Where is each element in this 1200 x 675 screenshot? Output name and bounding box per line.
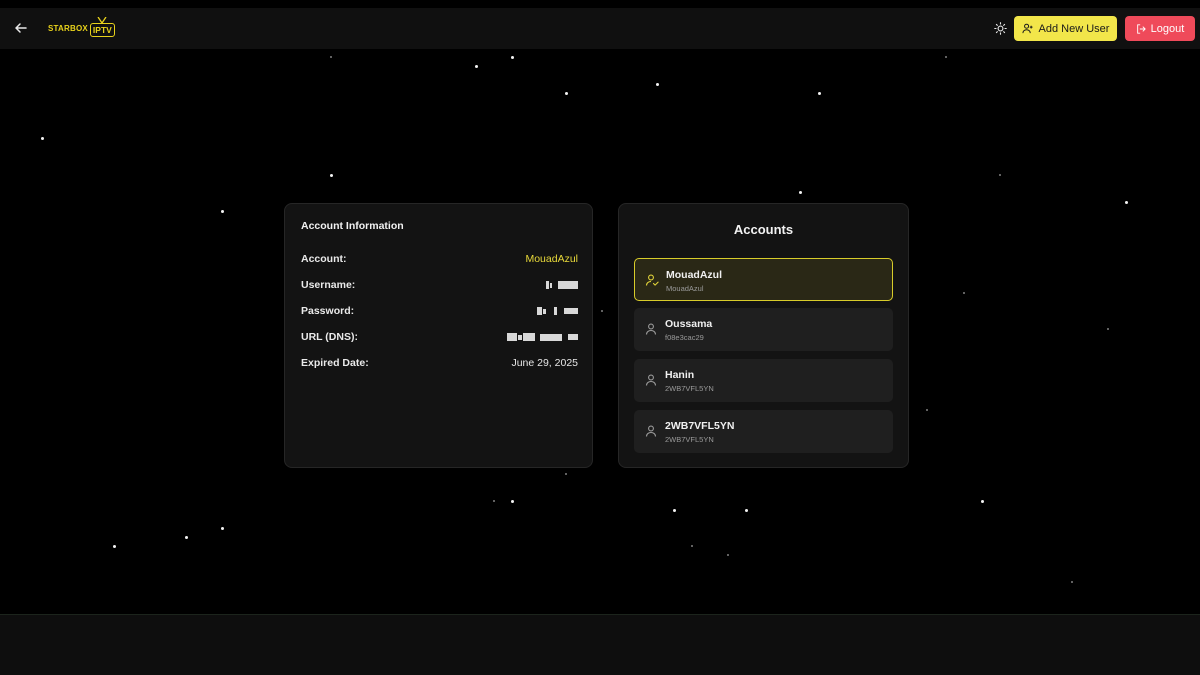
account-item-mouadazul[interactable]: MouadAzul MouadAzul — [634, 258, 893, 301]
url-redacted-value — [507, 333, 578, 341]
user-plus-icon — [1021, 23, 1033, 34]
star — [1107, 328, 1109, 330]
user-check-icon — [645, 274, 659, 286]
account-subtitle: f08e3cac29 — [665, 333, 704, 342]
add-new-user-button[interactable]: Add New User — [1014, 16, 1117, 41]
star — [981, 500, 984, 503]
star — [656, 83, 659, 86]
logout-label: Logout — [1150, 22, 1185, 35]
expired-date-value: June 29, 2025 — [511, 357, 578, 369]
info-label: Account: — [301, 253, 347, 265]
account-item-2wb7vfl5yn[interactable]: 2WB7VFL5YN 2WB7VFL5YN — [634, 410, 893, 453]
username-redacted-value — [546, 281, 578, 289]
star — [41, 137, 44, 140]
footer-bar — [0, 614, 1200, 675]
star — [493, 500, 495, 502]
account-item-oussama[interactable]: Oussama f08e3cac29 — [634, 308, 893, 351]
info-row-password: Password: — [301, 304, 578, 318]
star — [565, 92, 568, 95]
star — [511, 56, 514, 59]
account-name: Oussama — [665, 318, 713, 330]
star — [999, 174, 1001, 176]
info-label: Username: — [301, 279, 356, 291]
star — [926, 409, 928, 411]
account-subtitle: 2WB7VFL5YN — [665, 384, 714, 393]
info-label: Expired Date: — [301, 357, 369, 369]
star — [330, 56, 332, 58]
star — [221, 527, 224, 530]
logo-tv-badge: IPTV — [89, 17, 115, 37]
star — [221, 210, 224, 213]
account-name: MouadAzul — [666, 269, 722, 281]
theme-toggle-button[interactable] — [990, 18, 1010, 38]
user-icon — [645, 425, 657, 437]
user-icon — [645, 323, 657, 335]
starbox-logo[interactable]: STARBOX IPTV — [48, 15, 115, 41]
user-icon — [645, 374, 657, 386]
account-information-title: Account Information — [301, 220, 404, 232]
info-label: Password: — [301, 305, 355, 317]
star — [475, 65, 478, 68]
star — [1071, 581, 1073, 583]
star — [185, 536, 188, 539]
password-redacted-value — [537, 307, 578, 315]
sun-icon — [993, 21, 1007, 35]
account-subtitle: MouadAzul — [666, 284, 704, 293]
app-root: STARBOX IPTV Add New User Logout Account… — [0, 0, 1200, 675]
account-value: MouadAzul — [525, 253, 578, 265]
account-name: Hanin — [665, 369, 695, 381]
info-row-account: Account: MouadAzul — [301, 252, 578, 266]
account-information-card: Account Information Account: MouadAzul U… — [284, 203, 593, 468]
arrow-left-icon — [15, 23, 27, 33]
back-button[interactable] — [11, 18, 31, 38]
account-item-hanin[interactable]: Hanin 2WB7VFL5YN — [634, 359, 893, 402]
star — [745, 509, 748, 512]
star — [113, 545, 116, 548]
accounts-title: Accounts — [733, 222, 794, 237]
star — [601, 310, 603, 312]
star — [511, 500, 514, 503]
star — [330, 174, 333, 177]
accounts-card: Accounts MouadAzul MouadAzul Oussama f08… — [618, 203, 909, 468]
star — [945, 56, 947, 58]
logout-icon — [1136, 23, 1146, 34]
star — [963, 292, 965, 294]
star — [1125, 201, 1128, 204]
star — [799, 191, 802, 194]
logout-button[interactable]: Logout — [1125, 16, 1195, 41]
tv-antenna-icon — [97, 17, 107, 23]
info-row-url-dns: URL (DNS): — [301, 330, 578, 344]
star — [818, 92, 821, 95]
star — [565, 473, 567, 475]
info-row-expired-date: Expired Date: June 29, 2025 — [301, 356, 578, 370]
star — [727, 554, 729, 556]
top-bar: STARBOX IPTV Add New User Logout — [0, 8, 1200, 49]
star — [691, 545, 693, 547]
info-label: URL (DNS): — [301, 331, 358, 343]
info-row-username: Username: — [301, 278, 578, 292]
logo-badge-text: IPTV — [92, 25, 112, 35]
star — [673, 509, 676, 512]
account-subtitle: 2WB7VFL5YN — [665, 435, 714, 444]
logo-wordmark: STARBOX — [48, 23, 88, 33]
account-name: 2WB7VFL5YN — [665, 420, 735, 432]
add-new-user-label: Add New User — [1038, 22, 1110, 35]
